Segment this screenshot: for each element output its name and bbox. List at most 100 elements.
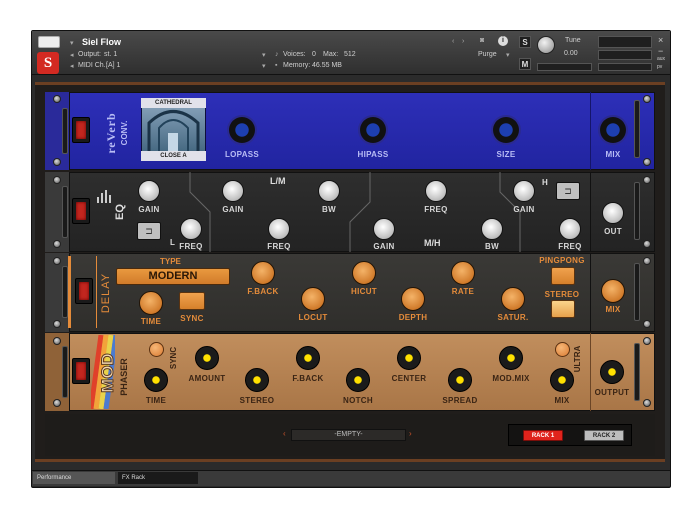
high-freq-knob[interactable] <box>559 218 581 240</box>
reverb-input-slider[interactable] <box>62 108 68 154</box>
phaser-notch-knob[interactable] <box>346 368 370 392</box>
phaser-subname: PHASER <box>119 358 129 396</box>
delay-locut-label: LOCUT <box>298 313 328 322</box>
ir-preset-title[interactable]: CATHEDRAL <box>141 98 206 108</box>
phaser-stereo-knob[interactable] <box>245 368 269 392</box>
high-shelf-switch[interactable]: ⊐ <box>556 182 580 200</box>
phaser-center-knob[interactable] <box>397 346 421 370</box>
phaser-amount-knob[interactable] <box>195 346 219 370</box>
collapse-icon[interactable]: ▾ <box>70 39 74 47</box>
delay-sync-button[interactable] <box>179 292 205 310</box>
phaser-mix-label: MIX <box>554 396 570 405</box>
output-value[interactable]: st. 1 <box>104 51 117 58</box>
high-mid-bw-knob[interactable] <box>481 218 503 240</box>
delay-pingpong-button[interactable] <box>551 267 575 285</box>
eq-out-knob[interactable] <box>602 202 624 224</box>
mute-button[interactable]: M <box>519 58 531 70</box>
phaser-mix-knob[interactable] <box>550 368 574 392</box>
ir-preset-variant[interactable]: CLOSE A <box>141 151 206 161</box>
delay-stereo-button[interactable] <box>551 300 575 318</box>
volume-slider[interactable] <box>598 63 652 71</box>
phaser-output-slider[interactable] <box>634 343 640 401</box>
output-dropdown-icon[interactable]: ▾ <box>262 51 266 59</box>
prev-preset-icon[interactable]: ‹ <box>452 38 454 45</box>
next-preset-icon[interactable]: › <box>462 38 464 45</box>
low-shelf-switch[interactable]: ⊐ <box>137 222 161 240</box>
reverb-mix-knob[interactable] <box>600 117 626 143</box>
divider <box>590 253 591 332</box>
delay-locut-knob[interactable] <box>301 287 325 311</box>
prev-slot-icon[interactable]: ‹ <box>283 429 286 438</box>
phaser-subtitle: PHASER <box>116 350 129 400</box>
empty-slot-selector[interactable]: -EMPTY- <box>291 429 406 441</box>
low-gain-label: GAIN <box>138 205 160 214</box>
camera-icon[interactable]: ◙ <box>480 37 484 44</box>
low-mid-gain-knob[interactable] <box>222 180 244 202</box>
phaser-feedback-knob[interactable] <box>296 346 320 370</box>
delay-mix-knob[interactable] <box>601 279 625 303</box>
max-value[interactable]: 512 <box>344 51 356 58</box>
tab-fx-rack[interactable]: FX Rack <box>118 472 198 484</box>
phaser-sync-label: SYNC <box>169 346 178 370</box>
low-gain-knob[interactable] <box>138 180 160 202</box>
delay-type-label: TYPE <box>160 257 181 266</box>
reverb-power-button[interactable] <box>72 117 90 143</box>
delay-stereo-label: STEREO <box>544 290 580 299</box>
close-icon[interactable]: × <box>658 35 663 45</box>
tune-knob[interactable] <box>537 36 555 54</box>
eq-input-slider[interactable] <box>62 186 68 238</box>
size-knob[interactable] <box>493 117 519 143</box>
divider <box>590 172 591 252</box>
low-mid-freq-knob[interactable] <box>268 218 290 240</box>
eq-power-button[interactable] <box>72 198 90 224</box>
delay-rate-knob[interactable] <box>451 261 475 285</box>
phaser-sync-led[interactable] <box>149 342 164 357</box>
pan-slider[interactable] <box>537 63 592 71</box>
phaser-modmix-knob[interactable] <box>499 346 523 370</box>
delay-time-knob[interactable] <box>139 291 163 315</box>
hipass-knob[interactable] <box>360 117 386 143</box>
delay-saturation-knob[interactable] <box>501 287 525 311</box>
phaser-power-button[interactable] <box>72 358 90 384</box>
high-gain-knob[interactable] <box>513 180 535 202</box>
info-icon[interactable]: i <box>498 36 508 46</box>
instrument-name[interactable]: Siel Flow <box>82 37 121 47</box>
delay-hicut-knob[interactable] <box>352 261 376 285</box>
midi-dropdown-icon[interactable]: ▾ <box>262 62 266 70</box>
delay-type-select[interactable]: MODERN <box>116 268 230 285</box>
phaser-stereo-label: STEREO <box>239 396 275 405</box>
reverb-title: reVerb CONV. <box>99 104 129 164</box>
high-mid-gain-knob[interactable] <box>373 218 395 240</box>
aux-label[interactable]: aux <box>657 56 665 62</box>
phaser-input-slider[interactable] <box>62 346 68 398</box>
delay-depth-label: DEPTH <box>398 313 428 322</box>
purge-button[interactable]: Purge <box>478 51 497 58</box>
delay-feedback-knob[interactable] <box>251 261 275 285</box>
instrument-icon[interactable] <box>38 36 60 48</box>
pv-label[interactable]: pv <box>657 64 662 70</box>
minimize-icon[interactable]: − <box>658 46 663 56</box>
delay-accent-stripe <box>68 256 71 328</box>
phaser-time-knob[interactable] <box>144 368 168 392</box>
output-label: Output: <box>78 51 101 58</box>
purge-dropdown-icon[interactable]: ▾ <box>506 51 510 59</box>
next-slot-icon[interactable]: › <box>409 429 412 438</box>
rack1-button[interactable]: RACK 1 <box>523 430 563 441</box>
delay-depth-knob[interactable] <box>401 287 425 311</box>
lopass-knob[interactable] <box>229 117 255 143</box>
tab-performance[interactable]: Performance <box>33 472 115 484</box>
reverb-output-slider[interactable] <box>634 100 640 158</box>
low-freq-knob[interactable] <box>180 218 202 240</box>
rack2-button[interactable]: RACK 2 <box>584 430 624 441</box>
delay-power-button[interactable] <box>75 278 93 304</box>
divider <box>590 333 591 411</box>
phaser-output-knob[interactable] <box>600 360 624 384</box>
high-mid-freq-knob[interactable] <box>425 180 447 202</box>
phaser-spread-knob[interactable] <box>448 368 472 392</box>
midi-value[interactable]: [A] 1 <box>106 62 120 69</box>
delay-output-slider[interactable] <box>634 263 640 321</box>
low-mid-bw-knob[interactable] <box>318 180 340 202</box>
eq-output-slider[interactable] <box>634 182 640 240</box>
low-mid-freq-label: FREQ <box>267 242 291 251</box>
solo-button[interactable]: S <box>519 36 531 48</box>
